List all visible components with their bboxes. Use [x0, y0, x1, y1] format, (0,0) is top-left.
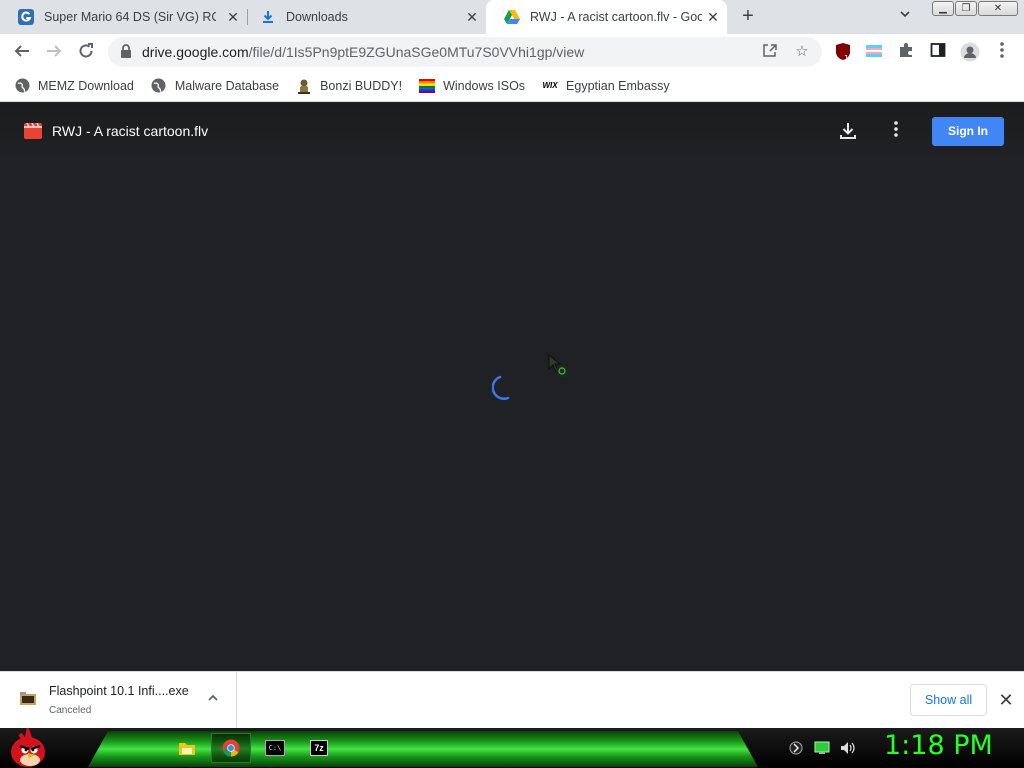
bookmark-label: Malware Database	[174, 78, 280, 93]
network-monitor-icon[interactable]	[814, 740, 830, 756]
address-bar[interactable]: drive.google.com/file/d/1Is5Pn9ptE9ZGUna…	[108, 37, 822, 67]
bookmark-label: Windows ISOs	[443, 78, 526, 93]
url-host: drive.google.com	[142, 44, 249, 60]
close-window-button[interactable]: ✕	[978, 1, 1018, 16]
tab-title: Super Mario 64 DS (Sir VG) ROM	[44, 10, 216, 24]
show-all-button[interactable]: Show all	[910, 684, 987, 716]
sign-in-button[interactable]: Sign In	[932, 117, 1004, 146]
more-options-icon[interactable]	[886, 121, 906, 141]
profile-avatar-icon[interactable]	[960, 42, 980, 62]
download-item[interactable]: Flashpoint 10.1 Infi....exe Canceled	[0, 672, 237, 729]
download-icon	[260, 9, 276, 25]
bookmark-label: Egyptian Embassy	[566, 78, 670, 93]
bookmark-malware-database[interactable]: Malware Database	[151, 78, 279, 94]
browser-toolbar: drive.google.com/file/d/1Is5Pn9ptE9ZGUna…	[0, 34, 1024, 70]
keyboard-layout-icon[interactable]	[788, 740, 804, 756]
tab-title: RWJ - A racist cartoon.flv - Goog	[530, 10, 702, 24]
tab-super-mario[interactable]: Super Mario 64 DS (Sir VG) ROM ✕	[0, 0, 247, 34]
file-name: RWJ - A racist cartoon.flv	[52, 123, 209, 139]
bookmark-windows-isos[interactable]: Windows ISOs	[419, 78, 525, 94]
close-icon[interactable]: ✕	[464, 9, 480, 25]
g-site-icon	[18, 9, 34, 25]
chrome-icon[interactable]	[211, 733, 251, 763]
download-shelf: Flashpoint 10.1 Infi....exe Canceled Sho…	[0, 671, 1024, 729]
file-explorer-icon[interactable]	[167, 733, 207, 763]
bookmark-memz-download[interactable]: MEMZ Download	[14, 78, 134, 94]
globe-icon	[14, 78, 30, 94]
window-controls: ▁ ❐ ✕	[931, 1, 1018, 16]
bookmarks-bar: MEMZ Download Malware Database Bonzi BUD…	[0, 70, 1024, 102]
download-icon[interactable]	[838, 121, 858, 141]
bookmark-bonzi-buddy[interactable]: Bonzi BUDDY!	[296, 78, 402, 94]
globe-icon	[151, 78, 167, 94]
minimize-button[interactable]: ▁	[932, 1, 954, 16]
url-text: drive.google.com/file/d/1Is5Pn9ptE9ZGUna…	[142, 44, 584, 60]
tab-drive-file[interactable]: RWJ - A racist cartoon.flv - Goog ✕	[486, 0, 727, 34]
url-path: /file/d/1Is5Pn9ptE9ZGUnaSGe0MTu7S0VVhi1g…	[248, 44, 585, 60]
lock-icon[interactable]	[120, 44, 134, 60]
7zip-icon-text: 7z	[310, 740, 328, 756]
close-icon[interactable]: ✕	[705, 9, 721, 25]
video-file-icon	[24, 122, 42, 139]
bonzi-icon	[296, 78, 312, 94]
browser-window: Super Mario 64 DS (Sir VG) ROM ✕ Downloa…	[0, 0, 1024, 729]
loading-spinner-icon	[491, 374, 518, 400]
extension-badge: 1	[844, 54, 849, 62]
tab-title: Downloads	[286, 10, 348, 24]
chevron-up-icon[interactable]	[204, 691, 222, 709]
tab-search-chevron-icon[interactable]	[896, 8, 914, 26]
bookmark-label: MEMZ Download	[38, 78, 134, 93]
back-arrow-icon[interactable]	[12, 42, 32, 62]
cmd-icon[interactable]: C:\	[255, 733, 295, 763]
browser-menu-icon[interactable]	[992, 42, 1012, 62]
extensions-puzzle-icon[interactable]	[896, 42, 916, 62]
wix-icon: WIX	[542, 81, 558, 90]
mouse-cursor-icon	[546, 353, 576, 381]
close-icon[interactable]: ✕	[996, 690, 1016, 710]
side-panel-icon[interactable]	[928, 42, 948, 62]
drive-file-viewer: RWJ - A racist cartoon.flv Sign In	[0, 103, 1024, 671]
tab-strip: Super Mario 64 DS (Sir VG) ROM ✕ Downloa…	[0, 0, 1024, 34]
google-drive-icon	[504, 9, 520, 25]
bookmark-label: Bonzi BUDDY!	[320, 78, 403, 93]
ublock-extension-icon[interactable]: 1	[834, 42, 854, 63]
taskbar: C:\ 7z 1:18 PM	[0, 728, 1024, 768]
tab-downloads[interactable]: Downloads ✕	[242, 0, 486, 34]
7zip-icon[interactable]: 7z	[299, 733, 339, 763]
exe-file-icon	[20, 692, 36, 706]
start-button-angry-bird-icon[interactable]	[6, 728, 48, 768]
rainbow-flag-icon	[419, 78, 436, 94]
trans-flag-extension-icon[interactable]	[864, 42, 884, 62]
close-icon[interactable]: ✕	[225, 9, 241, 25]
download-status: Canceled	[49, 705, 92, 716]
restore-button[interactable]: ❐	[955, 1, 977, 16]
bookmark-egyptian-embassy[interactable]: WIX Egyptian Embassy	[542, 78, 670, 94]
download-file-name: Flashpoint 10.1 Infi....exe	[49, 684, 189, 698]
viewer-header: RWJ - A racist cartoon.flv Sign In	[0, 103, 1024, 159]
cmd-icon-text: C:\	[265, 740, 285, 756]
bookmark-star-icon[interactable]: ☆	[792, 42, 812, 62]
reload-icon[interactable]	[76, 42, 96, 62]
taskbar-clock[interactable]: 1:18 PM	[884, 730, 993, 761]
volume-speaker-icon[interactable]	[840, 740, 856, 756]
system-tray	[788, 740, 866, 756]
new-tab-button[interactable]: +	[737, 6, 759, 28]
share-icon[interactable]	[760, 42, 780, 62]
forward-arrow-icon[interactable]	[44, 42, 64, 62]
